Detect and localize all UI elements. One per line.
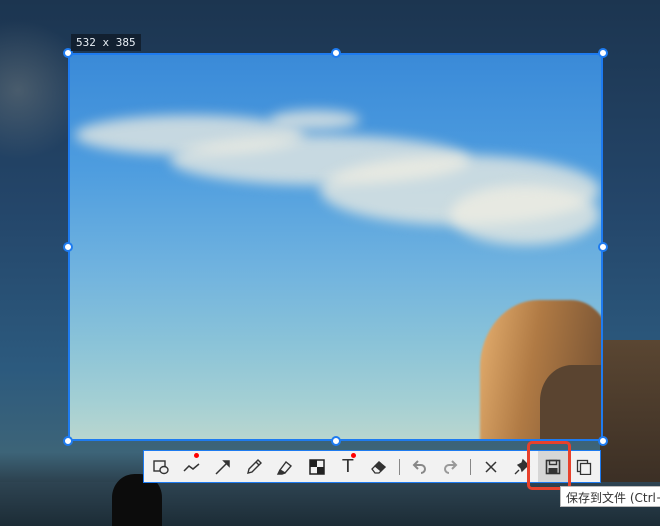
undo-icon xyxy=(412,459,427,474)
pencil-tool-button[interactable] xyxy=(239,451,270,482)
resize-handle-sw[interactable] xyxy=(63,436,73,446)
resize-handle-n[interactable] xyxy=(331,48,341,58)
copy-icon xyxy=(577,459,592,475)
toolbar-divider xyxy=(470,458,472,475)
text-icon: T xyxy=(342,456,354,477)
redo-button[interactable] xyxy=(435,451,466,482)
active-dot-indicator xyxy=(350,453,356,458)
marker-icon xyxy=(277,460,293,475)
capture-selection[interactable] xyxy=(68,53,603,441)
selection-size-label: 532 x 385 xyxy=(71,34,141,51)
resize-handle-w[interactable] xyxy=(63,242,73,252)
save-button-highlight xyxy=(527,441,571,490)
mosaic-icon xyxy=(308,458,325,475)
polyline-tool-button[interactable] xyxy=(176,451,207,482)
close-button[interactable] xyxy=(475,451,506,482)
pencil-icon xyxy=(247,458,263,474)
save-tooltip: 保存到文件 (Ctrl+ xyxy=(560,486,660,507)
arrow-tool-button[interactable] xyxy=(207,451,238,482)
copy-button[interactable] xyxy=(569,451,600,482)
arrow-icon xyxy=(215,459,230,475)
resize-handle-s[interactable] xyxy=(331,436,341,446)
redo-icon xyxy=(443,459,457,474)
toolbar-divider xyxy=(398,458,400,475)
eraser-tool-button[interactable] xyxy=(364,451,395,482)
close-icon xyxy=(485,460,497,473)
eraser-icon xyxy=(371,460,387,474)
polyline-icon xyxy=(183,462,200,472)
mosaic-tool-button[interactable] xyxy=(301,451,332,482)
rectangle-tool-button[interactable] xyxy=(145,451,176,482)
rock-shadow xyxy=(540,365,601,439)
resize-handle-ne[interactable] xyxy=(598,48,608,58)
resize-handle-se[interactable] xyxy=(598,436,608,446)
wallpaper-rock xyxy=(600,340,660,490)
undo-button[interactable] xyxy=(404,451,435,482)
text-tool-button[interactable]: T xyxy=(332,451,363,482)
marker-tool-button[interactable] xyxy=(270,451,301,482)
resize-handle-e[interactable] xyxy=(598,242,608,252)
rectangle-ellipse-icon xyxy=(152,459,169,474)
